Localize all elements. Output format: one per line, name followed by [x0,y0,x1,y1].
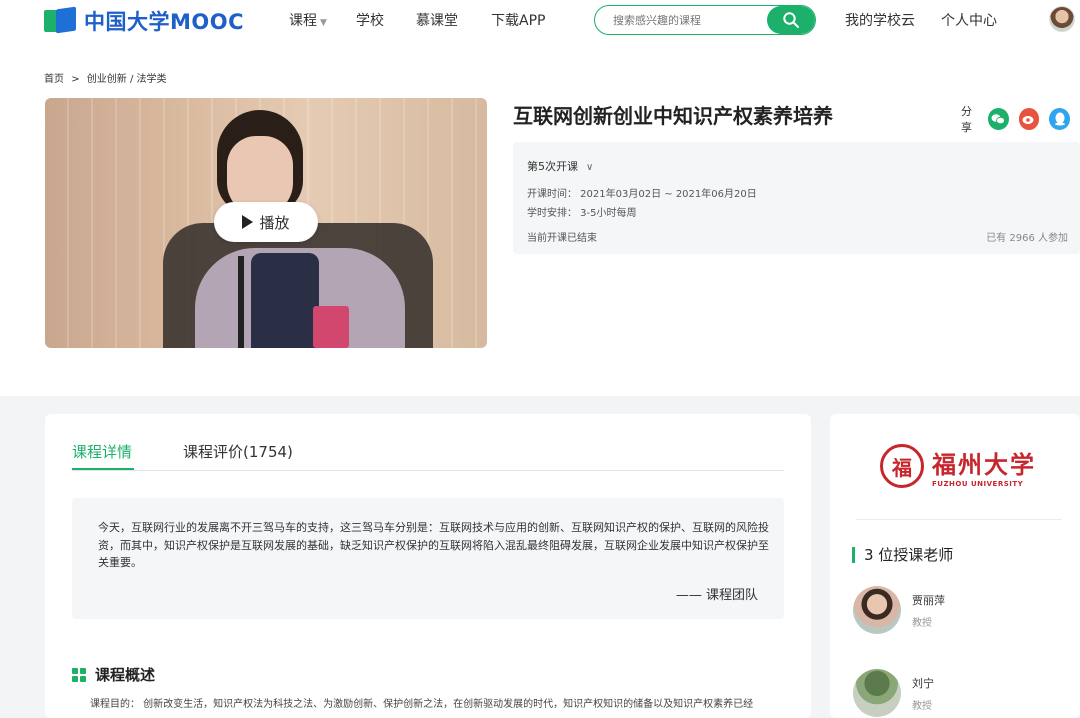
teacher-item[interactable]: 刘宁 教授 [853,669,934,717]
teachers-heading: 3 位授课老师 [852,544,953,565]
session-hours: 学时安排： 3-5小时每周 [527,208,637,219]
breadcrumb: 首页 > 创业创新 / 法学类 [44,70,171,85]
search-box [594,5,816,35]
breadcrumb-home[interactable]: 首页 [44,74,64,85]
session-info: 第5次开课 ∨ 开课时间： 2021年03月02日 ~ 2021年06月20日 学… [513,142,1080,254]
university-name-en: FUZHOU UNIVERSITY [932,479,1024,488]
teacher-avatar [853,669,901,717]
nav-mooc-hall[interactable]: 慕课堂 [416,10,458,30]
teacher-item[interactable]: 贾丽萍 教授 [853,586,945,634]
course-quote: 今天，互联网行业的发展离不开三驾马车的支持，这三驾马车分别是：互联网技术与应用的… [72,498,784,619]
search-icon [783,12,799,28]
course-video[interactable]: 播放 [45,98,487,348]
teacher-name: 贾丽萍 [912,593,945,607]
tab-course-detail[interactable]: 课程详情 [72,441,134,470]
nav-school[interactable]: 学校 [356,10,384,30]
course-detail-card: 课程详情 课程评价(1754) 今天，互联网行业的发展离不开三驾马车的支持，这三… [45,414,811,718]
play-label: 播放 [259,213,290,232]
tab-course-detail-label: 课程详情 [72,443,133,461]
nav-courses-label: 课程 [289,13,317,29]
search-input[interactable] [595,6,771,34]
university-seal: 福 [880,444,924,488]
wechat-icon[interactable] [987,108,1009,130]
qq-icon[interactable] [1049,108,1070,130]
heading-accent-bar [852,546,855,563]
logo-text: 中国大学MOOC [84,10,245,34]
teacher-info: 刘宁 教授 [912,675,934,712]
session-label: 第5次开课 [527,160,578,173]
quote-author: —— 课程团队 [675,588,758,603]
university-name-cn: 福州大学 [932,449,1036,479]
weibo-icon[interactable] [1018,108,1040,130]
teacher-info: 贾丽萍 教授 [912,592,945,629]
caret-down-icon: ▼ [320,18,327,28]
detail-tabs: 课程详情 课程评价(1754) [72,414,784,471]
logo-icon [44,6,78,35]
video-speaker-shirt [251,253,319,348]
university-logo[interactable]: 福 福州大学 FUZHOU UNIVERSITY [880,444,1036,488]
play-icon [242,215,254,229]
chevron-down-icon: ∨ [586,162,594,173]
teacher-role: 教授 [912,700,932,712]
session-time: 开课时间： 2021年03月02日 ~ 2021年06月20日 [527,189,757,200]
overview-text: 课程目的： 创新改变生活，知识产权法为科技之法、为激励创新、保护创新之法，在创新… [90,699,754,710]
overview-heading: 课程概述 [72,664,155,685]
nav-personal-center[interactable]: 个人中心 [941,10,997,30]
video-microphone [238,256,244,348]
session-selector[interactable]: 第5次开课 ∨ [527,158,593,174]
breadcrumb-separator: > [71,74,80,85]
tab-course-review[interactable]: 课程评价(1754) [183,441,293,462]
teacher-role: 教授 [912,617,932,629]
play-button[interactable]: 播放 [214,202,318,242]
tab-active-underline [72,468,134,470]
nav-courses[interactable]: 课程 ▼ [289,10,327,30]
share-bar: 分享 [961,103,1080,135]
university-name: 福州大学 FUZHOU UNIVERSITY [932,445,1036,488]
nav-my-school-cloud[interactable]: 我的学校云 [845,10,915,30]
site-logo[interactable]: 中国大学MOOC [44,6,244,36]
quote-text: 今天，互联网行业的发展离不开三驾马车的支持，这三驾马车分别是：互联网技术与应用的… [98,521,769,569]
user-avatar[interactable] [1049,6,1075,32]
teachers-title: 3 位授课老师 [864,546,954,564]
search-button[interactable] [767,6,815,34]
participant-count: 已有 2966 人参加 [986,233,1068,244]
course-title: 互联网创新创业中知识产权素养培养 [513,104,833,128]
overview-title: 课程概述 [95,666,156,684]
teacher-name: 刘宁 [912,676,934,690]
breadcrumb-category[interactable]: 创业创新 / 法学类 [87,74,167,85]
university-card: 福 福州大学 FUZHOU UNIVERSITY 3 位授课老师 贾丽萍 教授 … [830,414,1080,718]
divider [856,519,1062,520]
nav-download-app[interactable]: 下载APP [491,10,545,30]
top-header: 中国大学MOOC 课程▼ 学校 慕课堂 下载APP 我的学校云 个人中心 [0,0,1080,44]
share-label: 分享 [961,105,972,134]
session-status: 当前开课已结束 [527,233,597,244]
grid-icon [72,667,86,682]
video-cup [313,306,349,348]
teacher-avatar [853,586,901,634]
